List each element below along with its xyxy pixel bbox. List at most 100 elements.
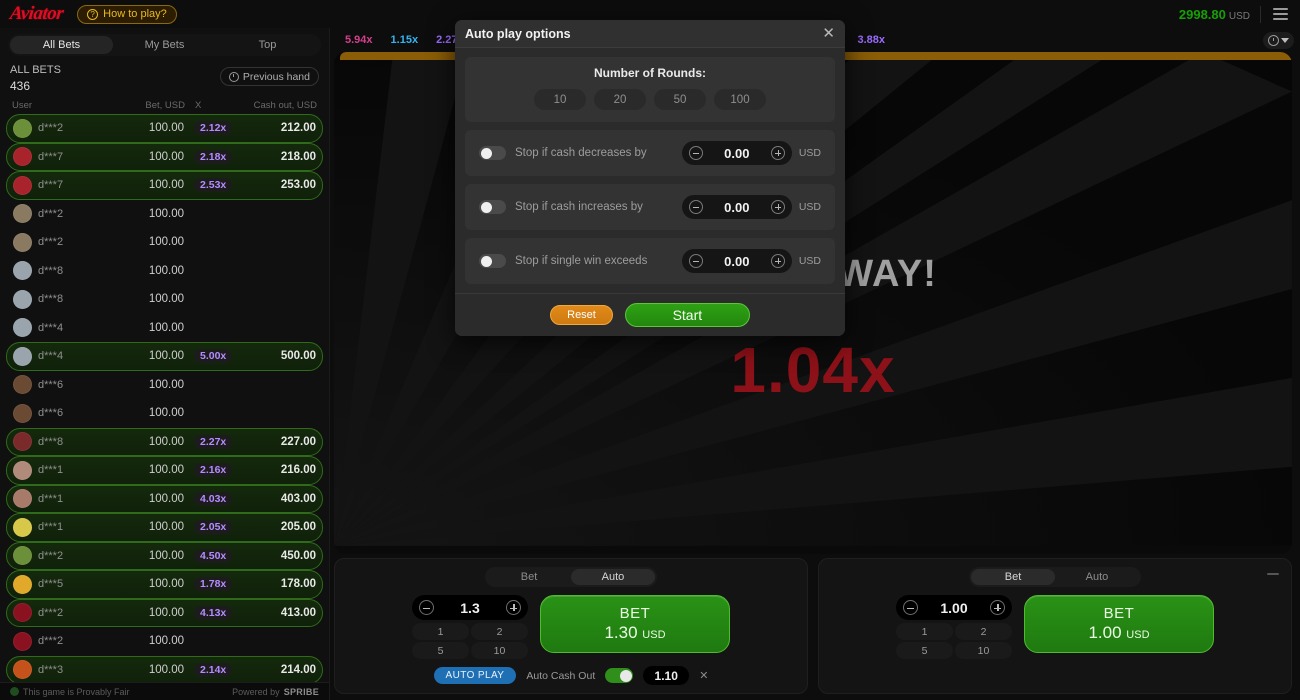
table-row[interactable]: d***7 100.00 2.18x 218.00 [6, 142, 323, 172]
table-row[interactable]: d***6 100.00 [6, 371, 323, 400]
sidebar-tab-all-bets[interactable]: All Bets [10, 36, 113, 54]
how-to-play-button[interactable]: ? How to play? [77, 4, 177, 24]
table-row[interactable]: d***2 100.00 2.12x 212.00 [6, 114, 323, 143]
sidebar-tab-my-bets[interactable]: My Bets [113, 36, 216, 54]
bet-user: d***5 [38, 578, 64, 591]
bet-user: d***7 [38, 179, 64, 192]
quick-amount-buttons: 1 2 5 10 [412, 623, 528, 659]
bet-amount-value[interactable]: 1.3 [460, 600, 479, 616]
minus-circle-icon[interactable] [903, 600, 918, 615]
provably-fair[interactable]: This game is Provably Fair [10, 687, 130, 697]
table-row[interactable]: d***1 100.00 4.03x 403.00 [6, 484, 323, 514]
table-row[interactable]: d***2 100.00 4.50x 450.00 [6, 541, 323, 571]
history-multiplier: 1.11x [624, 34, 652, 46]
bet-amount: 100.00 [148, 122, 184, 135]
game-column: 5.94x 1.15x 2.27x 47.13x 1.53x 1.03x 1.11x 1.23… [330, 28, 1300, 700]
bet-amount: 100.00 [148, 350, 184, 363]
table-row[interactable]: d***2 100.00 [6, 200, 323, 229]
table-row[interactable]: d***7 100.00 2.53x 253.00 [6, 171, 323, 200]
balance-amount: 2998.80 [1178, 6, 1226, 22]
bet-amount: 100.00 [148, 635, 184, 648]
bet-amount: 100.00 [148, 150, 184, 163]
sidebar-tab-top[interactable]: Top [216, 36, 319, 54]
bet-cashout: 253.00 [280, 179, 316, 192]
previous-hand-button[interactable]: Previous hand [219, 67, 319, 86]
status-badge: 4.50x [194, 548, 233, 563]
table-row[interactable]: d***4 100.00 5.00x 500.00 [6, 342, 323, 371]
table-row[interactable]: d***1 100.00 2.05x 205.00 [6, 513, 323, 542]
table-row[interactable]: d***5 100.00 1.78x 178.00 [6, 570, 323, 599]
powered-by: Powered by SPRIBE [232, 687, 319, 697]
bet-user: d***2 [38, 549, 64, 562]
history-dropdown-icon[interactable] [1263, 31, 1294, 49]
bet-amount: 100.00 [148, 207, 184, 220]
minus-circle-icon[interactable] [419, 600, 434, 615]
bet-cashout: 413.00 [280, 606, 316, 619]
bet-amount: 100.00 [148, 464, 184, 477]
status-badge: 2.12x [194, 121, 233, 136]
balance: 2998.80 USD [1179, 7, 1250, 22]
avatar [13, 574, 32, 594]
status-badge: 2.14x [194, 662, 233, 677]
all-bets-label: ALL BETS [10, 64, 61, 76]
multiplier-history-bar: 5.94x 1.15x 2.27x 47.13x 1.53x 1.03x 1.11x 1.23… [330, 28, 1300, 52]
bet-amount-value[interactable]: 1.00 [940, 600, 967, 616]
plus-circle-icon[interactable] [990, 600, 1005, 615]
quantity-stepper: 1.3 [412, 595, 528, 620]
quick-amount-2[interactable]: 2 [471, 623, 528, 640]
table-row[interactable]: d***8 100.00 [6, 257, 323, 286]
history-multiplier: 14.06x [760, 34, 794, 46]
table-row[interactable]: d***3 100.00 2.14x 214.00 [6, 655, 323, 682]
quick-amount-1[interactable]: 1 [412, 623, 469, 640]
table-row[interactable]: d***2 100.00 [6, 228, 323, 257]
table-row[interactable]: d***4 100.00 [6, 314, 323, 343]
bet-amount-stepper: 1.3 1 2 5 10 [412, 595, 528, 659]
table-row[interactable]: d***8 100.00 2.27x 227.00 [6, 427, 323, 457]
table-row[interactable]: d***2 100.00 [6, 627, 323, 656]
bet-button-amount: 1.30 [604, 623, 638, 642]
bet-button-currency: USD [642, 629, 666, 641]
avatar [13, 489, 32, 509]
table-row[interactable]: d***1 100.00 2.16x 216.00 [6, 456, 323, 485]
bet-multiplier-cell: 2.27x [184, 434, 236, 449]
all-bets-count: 436 [10, 78, 31, 93]
bet-button[interactable]: BET 1.00 USD [1024, 595, 1214, 653]
close-icon[interactable]: ✕ [699, 669, 708, 682]
table-row[interactable]: d***6 100.00 [6, 399, 323, 428]
tab-auto[interactable]: Auto [571, 569, 655, 585]
quick-amount-10[interactable]: 10 [471, 642, 528, 659]
collapse-icon[interactable] [1267, 573, 1279, 575]
table-row[interactable]: d***8 100.00 [6, 285, 323, 314]
table-row[interactable]: d***2 100.00 4.13x 413.00 [6, 598, 323, 628]
avatar [13, 118, 32, 138]
flew-away-text: FLEW AWAY! [689, 252, 937, 295]
bet-panel-body: 1.00 1 2 5 10 BET 1.00 USD [896, 595, 1214, 659]
bet-cashout: 450.00 [280, 549, 316, 562]
status-badge: 5.00x [194, 349, 233, 364]
bet-cashout: 178.00 [280, 578, 316, 591]
quick-amount-5[interactable]: 5 [896, 642, 953, 659]
quick-amount-1[interactable]: 1 [896, 623, 953, 640]
auto-cashout-toggle[interactable] [605, 668, 634, 683]
main-row: All Bets My Bets Top ALL BETS 436 Previous… [0, 28, 1300, 700]
avatar [13, 432, 32, 452]
hamburger-menu-icon[interactable] [1271, 5, 1290, 23]
bets-list[interactable]: d***2 100.00 2.12x 212.00 d***7 100.00 2.18x 21… [0, 114, 329, 682]
auto-play-button[interactable]: AUTO PLAY [433, 667, 517, 684]
tab-bet[interactable]: Bet [487, 569, 571, 585]
bet-button[interactable]: BET 1.30 USD [540, 595, 730, 653]
quick-amount-2[interactable]: 2 [955, 623, 1012, 640]
quick-amount-5[interactable]: 5 [412, 642, 469, 659]
tab-bet[interactable]: Bet [971, 569, 1055, 585]
quick-amount-10[interactable]: 10 [955, 642, 1012, 659]
bet-button-label: BET [619, 605, 651, 622]
bet-panel-1: Bet Auto 1.3 1 2 5 10 BET 1.30 USD AUTO PLAY Auto … [334, 558, 808, 694]
bet-user: d***1 [38, 521, 64, 534]
bet-amount: 100.00 [148, 606, 184, 619]
tab-auto[interactable]: Auto [1055, 569, 1139, 585]
bet-multiplier-cell: 2.18x [184, 149, 236, 164]
status-badge: 4.13x [194, 605, 233, 620]
auto-cashout-value[interactable]: 1.10 [643, 666, 690, 685]
avatar [13, 460, 32, 480]
plus-circle-icon[interactable] [506, 600, 521, 615]
